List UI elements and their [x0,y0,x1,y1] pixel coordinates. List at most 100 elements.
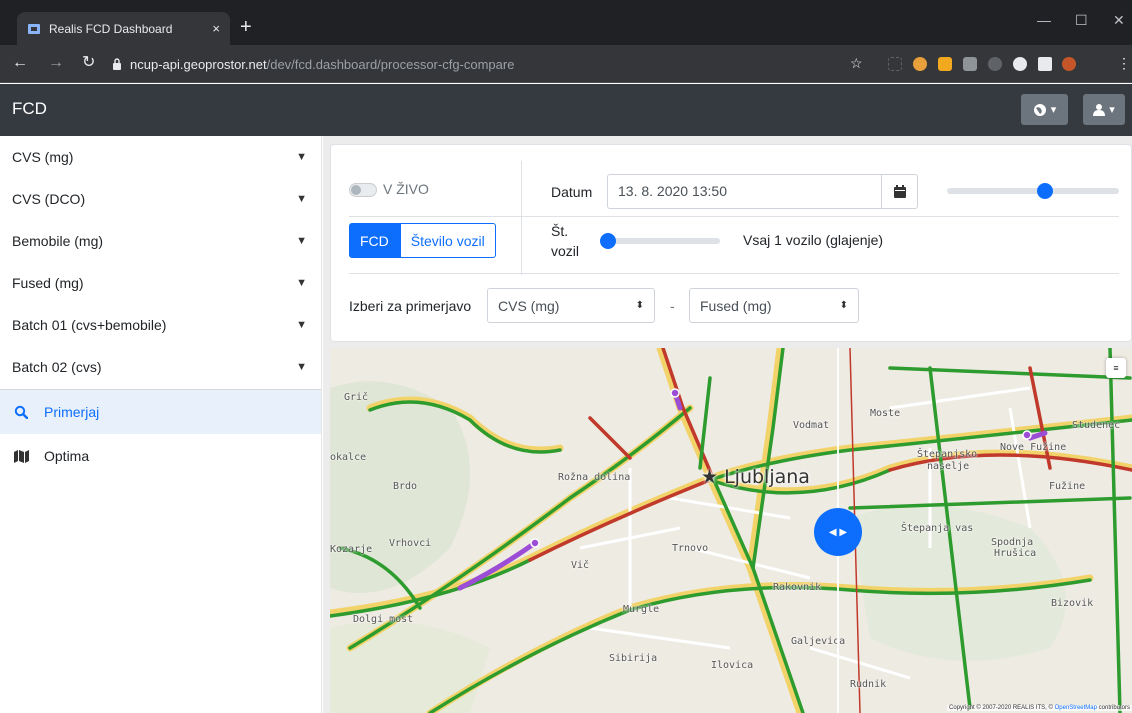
chevron-down-icon: ▼ [296,193,307,205]
sidebar-link-label: Optima [44,448,90,464]
favicon-icon [27,22,41,36]
url-field[interactable]: ncup-api.geoprostor.net /dev/fcd.dashboa… [112,51,882,77]
sidebar-group-fused-mg[interactable]: Fused (mg) ▼ [0,262,321,304]
sidebar-link-optima[interactable]: Optima [0,434,321,478]
compare-right-select[interactable]: Fused (mg) ⬍ [689,288,859,323]
sidebar-link-label: Primerjaj [44,404,100,420]
mode-fcd-button[interactable]: FCD [349,223,400,258]
sidebar-group-label: Bemobile (mg) [12,233,104,249]
map-label: Ilovica [711,660,754,671]
vehicle-count-slider-thumb[interactable] [600,233,616,249]
mode-count-button[interactable]: Število vozil [399,223,496,258]
puzzle-icon[interactable] [1038,57,1052,71]
time-slider[interactable] [947,183,1119,199]
map-city-name: Ljubljana [724,466,810,488]
divider [349,216,1119,217]
map-label: Bizovik [1051,598,1094,609]
chevron-down-icon: ▼ [296,151,307,163]
app-navbar: FCD ▾ ▾ [0,84,1132,136]
user-dropdown[interactable]: ▾ [1083,94,1125,125]
compare-right-value: Fused (mg) [700,297,772,314]
sidebar-link-primerjaj[interactable]: Primerjaj [0,390,321,434]
extension-icon[interactable] [963,57,977,71]
window-close-icon[interactable]: ✕ [1113,12,1125,29]
main-content: V ŽIVO Datum 13. 8. 2020 13:50 FCD Števi… [323,136,1132,713]
reload-icon[interactable]: ↻ [82,53,95,73]
tab-close-icon[interactable]: × [212,21,220,36]
url-host: ncup-api.geoprostor.net [130,56,267,72]
map-label: okalce [330,452,367,463]
sidebar-group-label: Fused (mg) [12,275,84,291]
map-attribution-tail: contributors [1098,705,1130,711]
vehicle-count-slider[interactable] [600,233,720,249]
forward-icon[interactable]: → [48,53,64,73]
count-label-line2: vozil [551,243,580,259]
comparison-map[interactable]: ★ Ljubljana Grič Vodmat Moste Studenec N… [330,348,1132,713]
sidebar-group-cvs-dco[interactable]: CVS (DCO) ▼ [0,178,321,220]
map-icon [14,449,32,463]
minimize-icon[interactable]: — [1037,12,1051,28]
user-icon [1093,104,1106,116]
divider [521,217,522,275]
extension-icon[interactable] [913,57,927,71]
live-toggle[interactable] [349,183,377,197]
caret-down-icon: ▾ [1050,104,1057,116]
new-tab-button[interactable]: + [240,17,252,37]
count-label-line1: Št. [551,223,569,239]
app-brand[interactable]: FCD [12,99,47,119]
browser-tab[interactable]: Realis FCD Dashboard × [17,12,230,45]
map-label: Vič [571,560,590,571]
map-label: Hrušica [994,548,1037,559]
map-label: Fužine [1049,481,1086,492]
globe-icon [1033,103,1046,116]
map-label: Spodnja [991,537,1034,548]
toggle-knob [351,185,361,195]
map-canvas[interactable] [330,348,1132,713]
time-slider-thumb[interactable] [1037,183,1054,199]
rss-icon[interactable] [938,57,952,71]
map-label: Studenec [1072,420,1121,431]
map-label: Vodmat [793,420,830,431]
map-label: Grič [344,392,369,403]
maximize-icon[interactable]: ☐ [1075,12,1088,29]
compare-split-handle[interactable]: ◀ ▶ [814,508,862,556]
compare-left-select[interactable]: CVS (mg) ⬍ [487,288,655,323]
bookmark-star-icon[interactable]: ☆ [850,53,863,73]
settings-extension-icon[interactable] [988,57,1002,71]
menu-kebab-icon[interactable]: ⋮ [1117,53,1131,73]
extension-icon[interactable] [888,57,902,71]
map-park-area [330,621,490,713]
sidebar-group-label: Batch 02 (cvs) [12,359,102,375]
profile-avatar-icon[interactable] [1062,57,1076,71]
sidebar-group-cvs-mg[interactable]: CVS (mg) ▼ [0,136,321,178]
sidebar-group-bemobile-mg[interactable]: Bemobile (mg) ▼ [0,220,321,262]
map-attribution: Copyright © 2007-2020 REALIS ITS, © Open… [947,705,1132,711]
compare-label: Izberi za primerjavo [349,298,472,314]
map-label: Dolgi most [353,614,414,625]
count-label: Št. vozil [551,221,579,261]
map-label: naselje [927,461,970,472]
calendar-button[interactable] [881,174,918,209]
map-label: Rožna dolina [558,472,631,483]
sidebar: CVS (mg) ▼ CVS (DCO) ▼ Bemobile (mg) ▼ F… [0,136,322,713]
sidebar-group-batch-02[interactable]: Batch 02 (cvs) ▼ [0,346,321,388]
map-label: Štepanjsko [917,449,978,460]
compare-separator: - [670,298,675,314]
sidebar-group-batch-01[interactable]: Batch 01 (cvs+bemobile) ▼ [0,304,321,346]
sidebar-group-label: CVS (DCO) [12,191,86,207]
sidebar-group-label: CVS (mg) [12,149,74,165]
extension-icon[interactable] [1013,57,1027,71]
mode-toggle-group: FCD Število vozil [349,223,496,258]
browser-tabbar: Realis FCD Dashboard × + — ☐ ✕ [0,0,1132,45]
layers-menu-icon[interactable]: ≡ [1106,358,1126,378]
chevron-down-icon: ▼ [296,319,307,331]
address-bar: ← → ↻ ncup-api.geoprostor.net /dev/fcd.d… [0,45,1132,83]
date-input[interactable]: 13. 8. 2020 13:50 [607,174,918,209]
lock-icon [112,58,122,70]
back-icon[interactable]: ← [12,53,28,73]
language-dropdown[interactable]: ▾ [1021,94,1068,125]
chevron-down-icon: ▼ [296,277,307,289]
tab-title: Realis FCD Dashboard [49,21,173,36]
osm-link[interactable]: OpenStreetMap [1055,705,1097,711]
compare-left-value: CVS (mg) [498,297,560,314]
